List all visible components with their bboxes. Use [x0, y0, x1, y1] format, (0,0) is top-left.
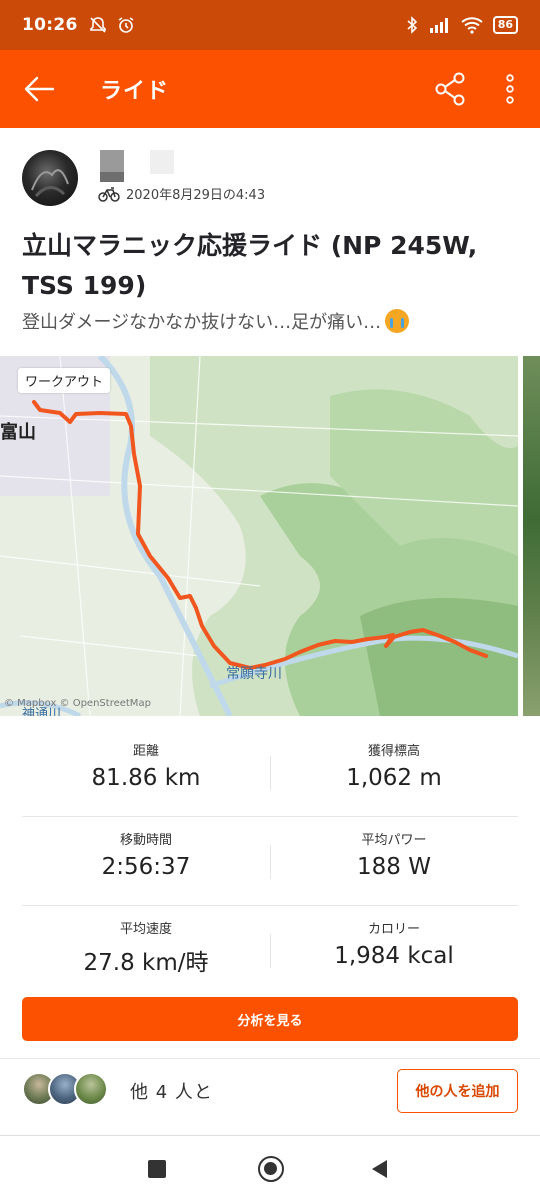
mute-icon — [89, 17, 106, 33]
stat-label: 平均パワー — [361, 833, 427, 848]
battery-icon: 86 — [492, 16, 518, 34]
back-button[interactable] — [0, 50, 78, 128]
more-vertical-icon — [506, 74, 514, 104]
activity-header: 2020年8月29日の4:43 — [22, 150, 522, 210]
map-city-label: 富山 — [0, 421, 36, 443]
share-icon — [435, 72, 465, 106]
activity-date: 2020年8月29日の4:43 — [126, 188, 266, 203]
stat-value: 27.8 km/時 — [83, 950, 209, 976]
divider — [0, 1058, 540, 1059]
stat-label: 獲得標高 — [367, 744, 420, 759]
divider — [0, 1135, 540, 1136]
stat-avg-power: 平均パワー 188 W — [270, 817, 518, 906]
system-back-button[interactable] — [372, 1160, 387, 1178]
loudly-crying-face-icon — [385, 309, 410, 333]
app-bar: ライド — [0, 50, 540, 128]
map-attribution[interactable]: © Mapbox © OpenStreetMap — [4, 698, 151, 709]
system-nav-bar — [0, 1140, 540, 1200]
stat-avg-speed: 平均速度 27.8 km/時 — [22, 906, 270, 995]
stats-row: 平均速度 27.8 km/時 カロリー 1,984 kcal — [22, 906, 518, 995]
stats-row: 距離 81.86 km 獲得標高 1,062 m — [22, 728, 518, 817]
arrow-left-icon — [24, 76, 55, 102]
wifi-icon — [461, 17, 483, 34]
stat-label: 移動時間 — [119, 833, 172, 848]
recents-button[interactable] — [148, 1160, 166, 1178]
bicycle-icon — [98, 186, 120, 202]
more-options-button[interactable] — [492, 69, 528, 109]
activity-description-text: 登山ダメージなかなか抜けない…足が痛い… — [22, 312, 382, 333]
add-others-button[interactable]: 他の人を追加 — [397, 1069, 518, 1113]
athlete-badge-redacted — [150, 150, 174, 174]
stat-moving-time: 移動時間 2:56:37 — [22, 817, 270, 906]
stat-value: 188 W — [357, 854, 431, 880]
stat-label: 平均速度 — [119, 922, 172, 937]
status-time: 10:26 — [22, 15, 78, 35]
home-button[interactable] — [258, 1156, 284, 1182]
athlete-name-redacted-part — [100, 172, 124, 182]
workout-badge: ワークアウト — [18, 368, 111, 393]
stats-grid: 距離 81.86 km 獲得標高 1,062 m 移動時間 2:56:37 平均… — [22, 728, 518, 995]
alarm-icon — [118, 17, 134, 33]
share-button[interactable] — [430, 69, 470, 109]
next-photo-peek[interactable] — [523, 356, 540, 716]
view-analysis-button[interactable]: 分析を見る — [22, 997, 518, 1041]
stat-elevation-gain: 獲得標高 1,062 m — [270, 728, 518, 817]
stat-distance: 距離 81.86 km — [22, 728, 270, 817]
stat-value: 1,062 m — [346, 765, 442, 791]
activity-meta: 2020年8月29日の4:43 — [98, 184, 265, 203]
stat-value: 1,984 kcal — [334, 943, 454, 969]
page-title: ライド — [100, 79, 170, 104]
stats-row: 移動時間 2:56:37 平均パワー 188 W — [22, 817, 518, 906]
stat-value: 2:56:37 — [101, 854, 191, 880]
signal-icon — [429, 18, 448, 33]
stat-label: カロリー — [367, 922, 420, 937]
avatar[interactable] — [22, 150, 78, 206]
activity-title: 立山マラニック応援ライド (NP 245W, TSS 199) — [22, 231, 478, 300]
group-avatars[interactable] — [22, 1072, 108, 1106]
bluetooth-icon — [407, 16, 417, 34]
avatar — [74, 1072, 108, 1106]
map-river-label: 常願寺川 — [226, 666, 282, 682]
stat-label: 距離 — [132, 744, 159, 759]
route-map[interactable]: 富山 常願寺川 神通川 — [0, 356, 518, 716]
status-bar: 10:26 86 — [0, 0, 540, 50]
stat-value: 81.86 km — [91, 765, 201, 791]
activity-description: 登山ダメージなかなか抜けない…足が痛い… — [22, 308, 522, 334]
group-text[interactable]: 他 4 人と — [130, 1078, 213, 1104]
stat-calories: カロリー 1,984 kcal — [270, 906, 518, 995]
